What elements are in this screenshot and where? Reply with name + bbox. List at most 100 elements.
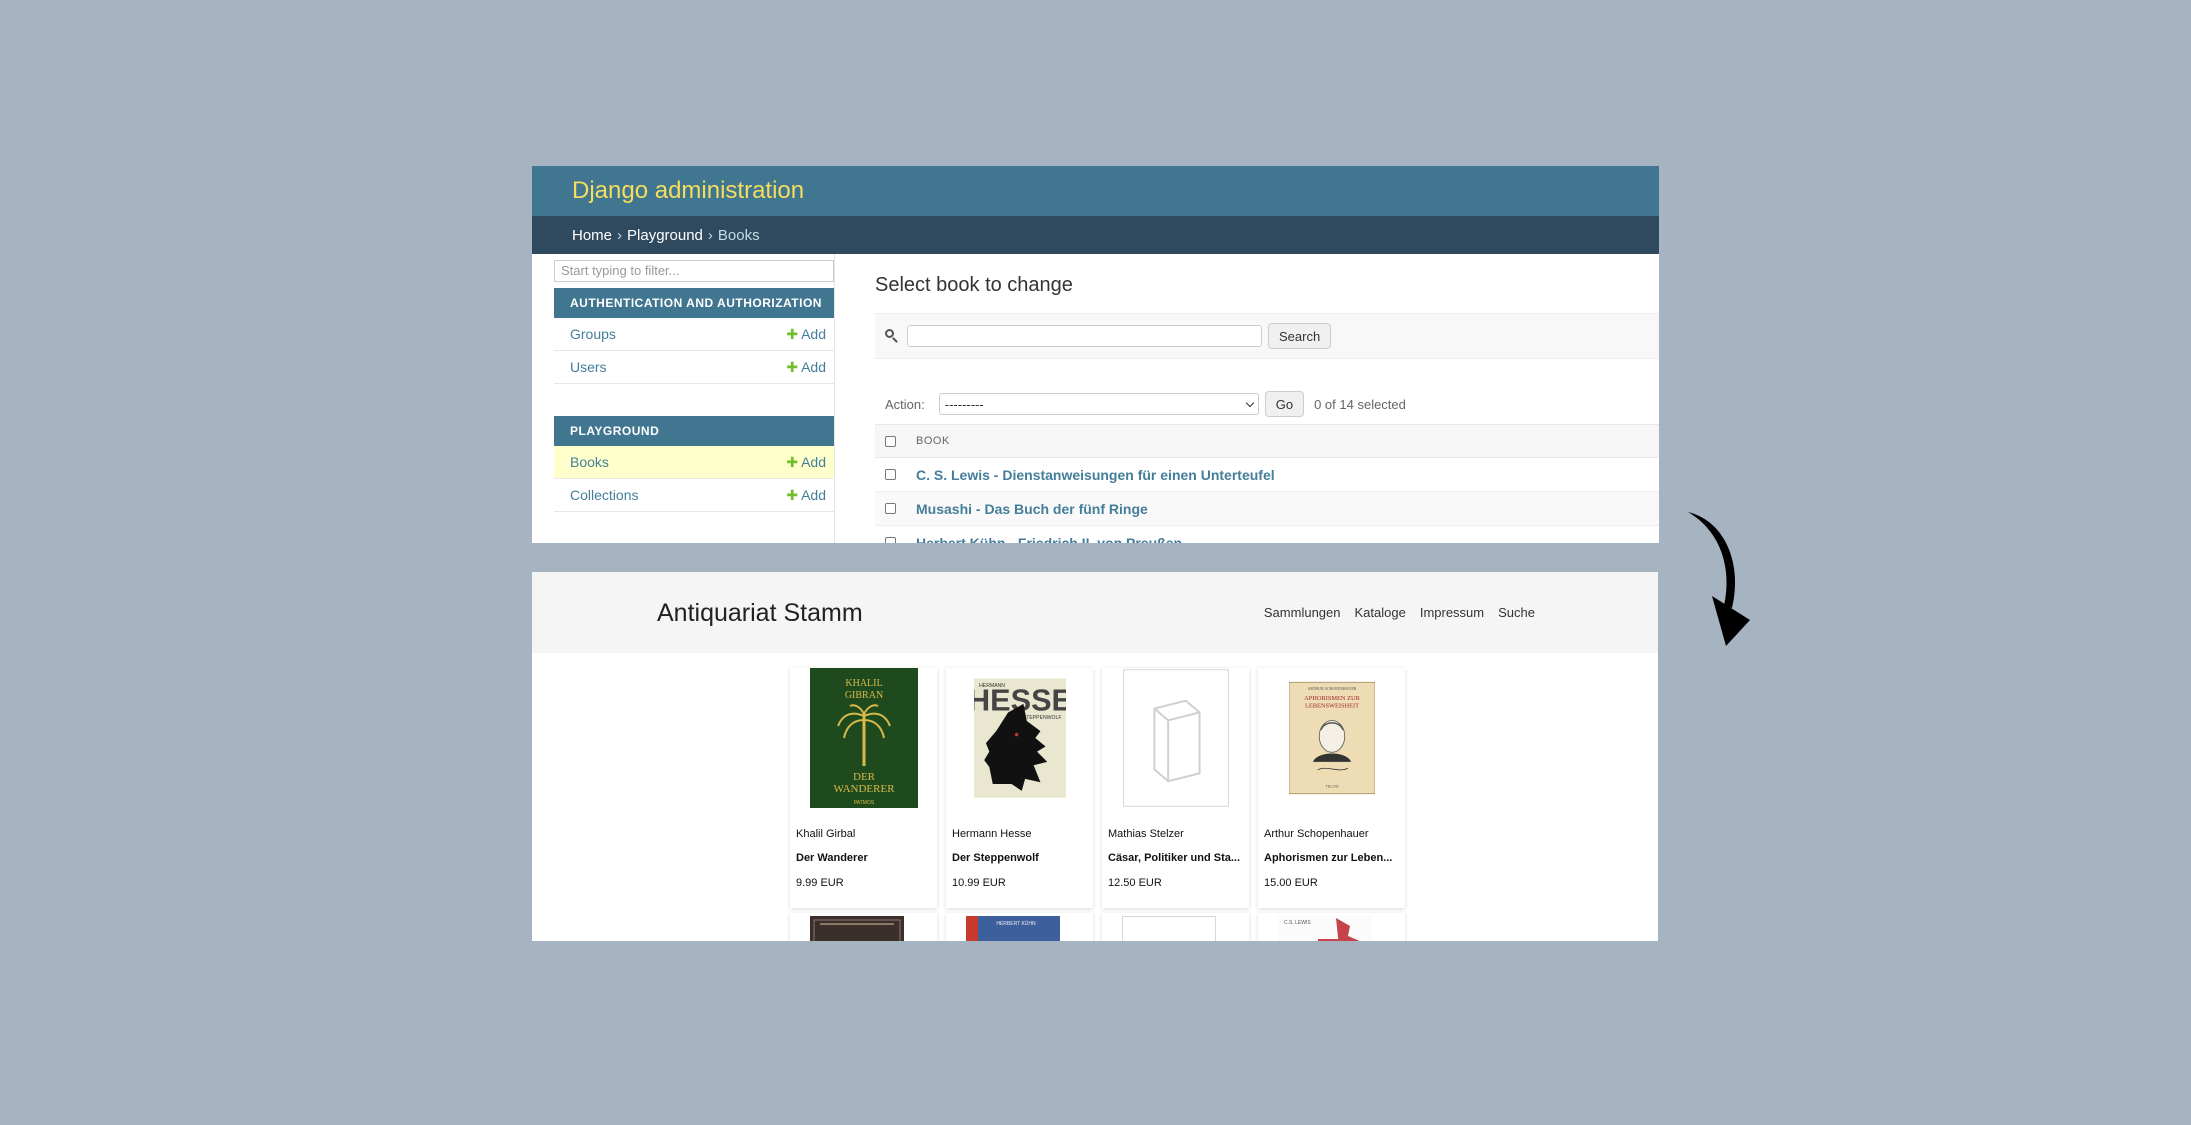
- add-label: Add: [801, 325, 826, 342]
- cover-text: KHALIL: [845, 678, 882, 689]
- module-caption-playground[interactable]: PLAYGROUND: [554, 416, 834, 446]
- book-cover-image: [810, 916, 904, 941]
- add-books-button[interactable]: ✚ Add: [786, 454, 826, 471]
- go-button[interactable]: Go: [1264, 391, 1305, 417]
- site-title[interactable]: Django administration: [572, 177, 804, 205]
- results-list: C. S. Lewis - Dienstanweisungen für eine…: [875, 458, 1659, 543]
- search-input[interactable]: [907, 325, 1262, 347]
- page-title: Select book to change: [875, 274, 1073, 296]
- search-icon: [885, 329, 899, 343]
- cover-text: C.S. LEWIS: [1284, 920, 1311, 926]
- plus-icon: ✚: [786, 486, 799, 503]
- antiquariat-window: Antiquariat Stamm Sammlungen Kataloge Im…: [532, 572, 1658, 941]
- changelist-content: Select book to change Search Action: ---…: [875, 254, 1659, 543]
- add-label: Add: [801, 453, 826, 470]
- book-cover-image: HERMANN HESSE STEPPENWOLF: [973, 678, 1066, 798]
- book-card[interactable]: C.S. LEWIS: [1258, 913, 1405, 941]
- breadcrumb-playground[interactable]: Playground: [627, 227, 703, 244]
- book-card[interactable]: [790, 913, 937, 941]
- book-title: Der Steppenwolf: [952, 852, 1039, 864]
- sidebar-item-books[interactable]: Books ✚ Add: [554, 446, 834, 479]
- model-link-collections[interactable]: Collections: [570, 487, 638, 503]
- cover-text: LEBENSWEISHEIT: [1304, 703, 1358, 710]
- book-card[interactable]: KHALIL GIBRAN DER WANDERER PATMOS Khalil…: [790, 668, 937, 908]
- row-checkbox[interactable]: [885, 469, 896, 480]
- cover-text: GIBRAN: [844, 690, 882, 701]
- book-card[interactable]: [1102, 913, 1249, 941]
- book-cover-image: ARTHUR SCHOPENHAUER APHORISMEN ZUR LEBEN…: [1288, 681, 1375, 795]
- sidebar-item-collections[interactable]: Collections ✚ Add: [554, 479, 834, 512]
- row-checkbox[interactable]: [885, 503, 896, 514]
- add-users-button[interactable]: ✚ Add: [786, 359, 826, 376]
- nav-sidebar: Start typing to filter... AUTHENTICATION…: [554, 254, 835, 543]
- model-link-users[interactable]: Users: [570, 359, 607, 375]
- book-placeholder-icon: [1122, 916, 1216, 941]
- table-row: C. S. Lewis - Dienstanweisungen für eine…: [875, 458, 1659, 492]
- sidebar-item-users[interactable]: Users ✚ Add: [554, 351, 834, 384]
- nav-link-impressum[interactable]: Impressum: [1420, 605, 1484, 620]
- book-card[interactable]: HERMANN HESSE STEPPENWOLF Hermann Hesse …: [946, 668, 1093, 908]
- django-admin-window: Django administration Home › Playground …: [532, 166, 1659, 543]
- add-label: Add: [801, 358, 826, 375]
- book-title: Der Wanderer: [796, 852, 868, 864]
- plus-icon: ✚: [786, 325, 799, 342]
- cover-text: DER: [853, 771, 876, 783]
- cover-text: WANDERER: [833, 783, 895, 795]
- sidebar-item-groups[interactable]: Groups ✚ Add: [554, 318, 834, 351]
- plus-icon: ✚: [786, 358, 799, 375]
- admin-header: Django administration: [532, 166, 1659, 216]
- breadcrumb-separator: ›: [707, 226, 713, 244]
- book-author: Khalil Girbal: [796, 828, 856, 840]
- shop-header: Antiquariat Stamm Sammlungen Kataloge Im…: [532, 572, 1658, 653]
- model-link-books[interactable]: Books: [570, 454, 609, 470]
- model-link-groups[interactable]: Groups: [570, 326, 616, 342]
- action-select[interactable]: ---------: [938, 393, 1259, 415]
- book-cover-image: HERBERT KÜHN: [966, 916, 1060, 941]
- book-author: Hermann Hesse: [952, 828, 1032, 840]
- book-price: 12.50 EUR: [1108, 877, 1162, 889]
- breadcrumb-home[interactable]: Home: [572, 227, 612, 244]
- cover-text: HERBERT KÜHN: [996, 920, 1036, 927]
- row-checkbox[interactable]: [885, 537, 896, 543]
- nav-link-sammlungen[interactable]: Sammlungen: [1264, 605, 1341, 620]
- book-author: Arthur Schopenhauer: [1264, 828, 1369, 840]
- add-groups-button[interactable]: ✚ Add: [786, 326, 826, 343]
- breadcrumb-separator: ›: [617, 226, 623, 244]
- select-all-checkbox[interactable]: [885, 435, 896, 447]
- nav-link-suche[interactable]: Suche: [1498, 605, 1535, 620]
- book-title: Cäsar, Politiker und Sta...: [1108, 852, 1241, 864]
- cover-text: ARTHUR SCHOPENHAUER: [1307, 686, 1356, 691]
- book-link[interactable]: C. S. Lewis - Dienstanweisungen für eine…: [916, 467, 1275, 483]
- book-link[interactable]: Herbert Kühn - Friedrich II. von Preußen: [916, 535, 1182, 544]
- cover-text: TELOS: [1325, 783, 1338, 788]
- results-header: BOOK: [875, 424, 1659, 458]
- breadcrumb-current: Books: [717, 226, 760, 244]
- book-card[interactable]: ARTHUR SCHOPENHAUER APHORISMEN ZUR LEBEN…: [1258, 668, 1405, 908]
- book-link[interactable]: Musashi - Das Buch der fünf Ringe: [916, 501, 1148, 517]
- search-button[interactable]: Search: [1268, 323, 1332, 349]
- book-card[interactable]: Mathias Stelzer Cäsar, Politiker und Sta…: [1102, 668, 1249, 908]
- book-cover-image: C.S. LEWIS: [1278, 916, 1372, 941]
- plus-icon: ✚: [786, 453, 799, 470]
- add-label: Add: [801, 486, 826, 503]
- book-price: 10.99 EUR: [952, 877, 1006, 889]
- column-header-book[interactable]: BOOK: [916, 435, 950, 447]
- book-price: 9.99 EUR: [796, 877, 844, 889]
- book-price: 15.00 EUR: [1264, 877, 1318, 889]
- nav-filter-input[interactable]: Start typing to filter...: [554, 260, 834, 282]
- search-toolbar: Search: [875, 313, 1659, 359]
- table-row: Musashi - Das Buch der fünf Ringe: [875, 492, 1659, 526]
- book-placeholder-icon: [1122, 669, 1229, 807]
- action-select-value: ---------: [944, 396, 984, 412]
- shop-brand[interactable]: Antiquariat Stamm: [657, 599, 863, 628]
- book-author: Mathias Stelzer: [1108, 828, 1184, 840]
- module-caption-auth[interactable]: AUTHENTICATION AND AUTHORIZATION: [554, 288, 834, 318]
- cover-text: PATMOS: [853, 800, 874, 806]
- chevron-down-icon: [1245, 398, 1254, 407]
- shop-nav: Sammlungen Kataloge Impressum Suche: [1264, 605, 1535, 620]
- actions-bar: Action: --------- Go 0 of 14 selected: [875, 386, 1659, 422]
- nav-link-kataloge[interactable]: Kataloge: [1355, 605, 1406, 620]
- add-collections-button[interactable]: ✚ Add: [786, 487, 826, 504]
- book-title: Aphorismen zur Leben...: [1264, 852, 1393, 864]
- book-card[interactable]: HERBERT KÜHN: [946, 913, 1093, 941]
